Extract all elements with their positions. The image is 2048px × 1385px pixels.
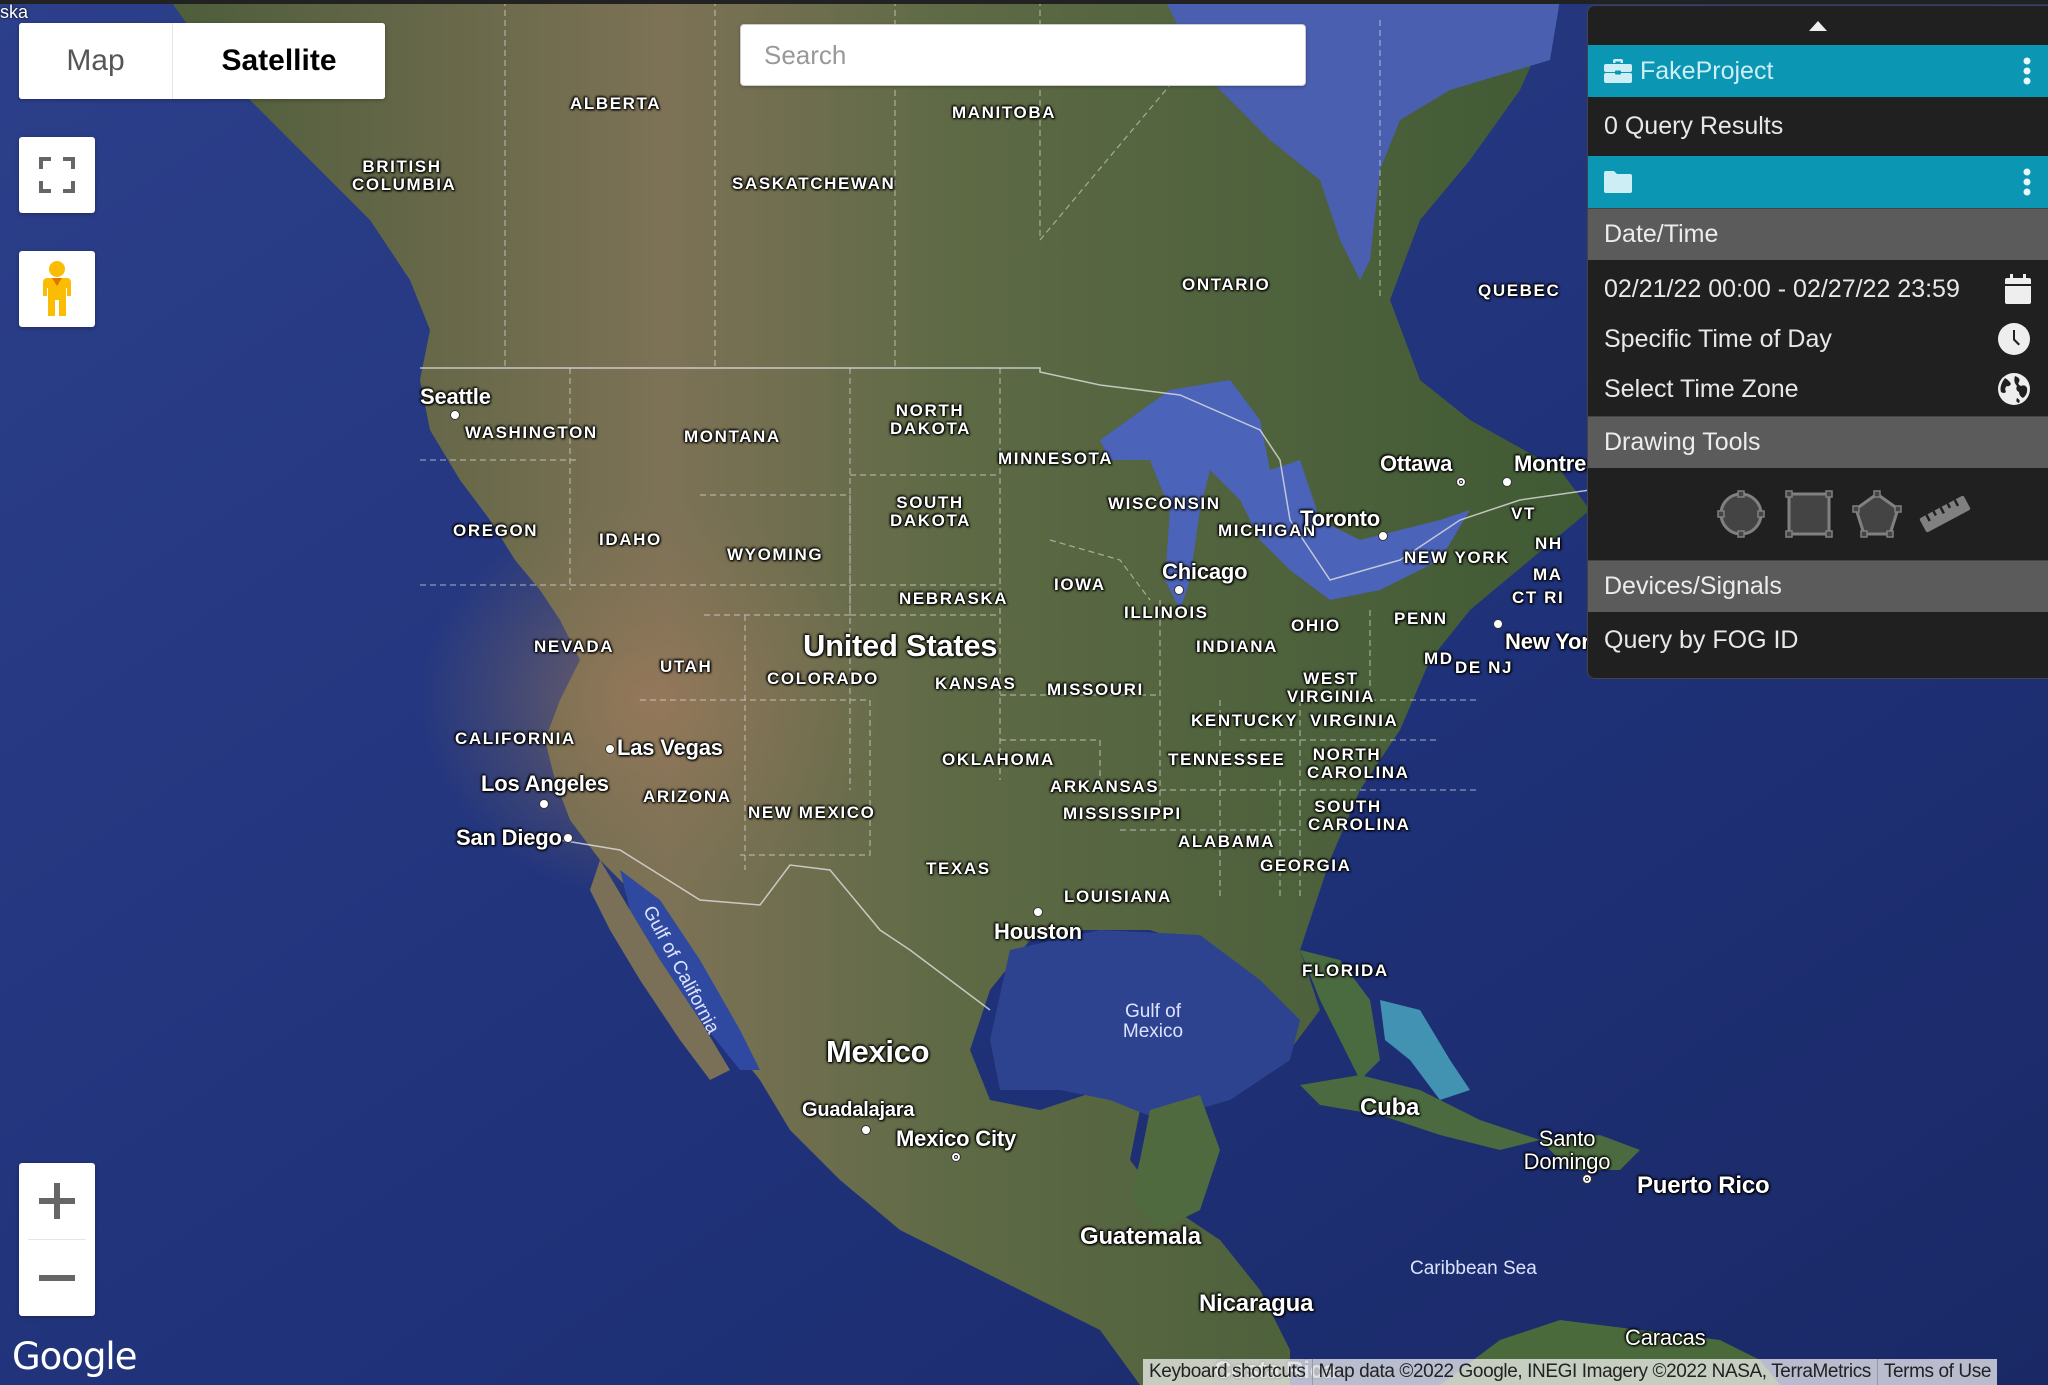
- map-attribution: Keyboard shortcuts Map data ©2022 Google…: [1143, 1359, 1998, 1385]
- city-marker: [605, 744, 615, 754]
- zoom-out-button[interactable]: [19, 1240, 95, 1316]
- fullscreen-button[interactable]: [19, 137, 95, 213]
- project-name: FakeProject: [1640, 56, 1774, 85]
- map-type-map-button[interactable]: Map: [19, 23, 173, 99]
- date-range-picker[interactable]: 02/21/22 00:00 - 02/27/22 23:59: [1588, 264, 2048, 314]
- street-view-pegman-button[interactable]: [19, 251, 95, 327]
- draw-rectangle-tool[interactable]: [1782, 487, 1836, 541]
- city-marker: [951, 1152, 961, 1162]
- map-type-control: Map Satellite: [19, 23, 385, 99]
- terms-of-use-link[interactable]: Terms of Use: [1878, 1361, 1997, 1383]
- measure-distance-tool[interactable]: [1918, 487, 1972, 541]
- specific-time-of-day-label: Specific Time of Day: [1604, 324, 1832, 353]
- circle-draw-icon: [1717, 490, 1765, 538]
- folder-header[interactable]: [1588, 156, 2048, 208]
- query-results-count: 0 Query Results: [1588, 97, 2048, 156]
- city-marker: [1456, 477, 1466, 487]
- date-range-value: 02/21/22 00:00 - 02/27/22 23:59: [1604, 274, 1960, 303]
- query-side-panel: FakeProject 0 Query Results Date/Time 02…: [1587, 5, 2048, 679]
- folder-menu-button[interactable]: [2023, 168, 2031, 196]
- select-time-zone-label: Select Time Zone: [1604, 374, 1799, 403]
- drawing-tools-toolbar: [1588, 468, 2048, 560]
- ruler-icon: [1919, 495, 1971, 533]
- calendar-icon: [2005, 274, 2031, 304]
- specific-time-of-day-option[interactable]: Specific Time of Day: [1588, 314, 2048, 364]
- query-results-label: 0 Query Results: [1604, 112, 1784, 140]
- project-menu-button[interactable]: [2023, 57, 2031, 85]
- datetime-section-header[interactable]: Date/Time: [1588, 208, 2048, 260]
- city-marker: [1493, 619, 1503, 629]
- city-marker: [1033, 907, 1043, 917]
- rectangle-draw-icon: [1785, 490, 1833, 538]
- plus-icon: [39, 1183, 75, 1219]
- kebab-menu-icon: [2023, 57, 2031, 85]
- datetime-section-body: 02/21/22 00:00 - 02/27/22 23:59 Specific…: [1588, 260, 2048, 416]
- city-marker: [1378, 531, 1388, 541]
- query-by-fog-id-option[interactable]: Query by FOG ID: [1588, 612, 2048, 669]
- folder-icon: [1604, 171, 1632, 193]
- keyboard-shortcuts-link[interactable]: Keyboard shortcuts: [1143, 1361, 1312, 1383]
- devices-signals-section-header[interactable]: Devices/Signals: [1588, 560, 2048, 612]
- fullscreen-icon: [39, 157, 75, 193]
- city-marker: [563, 833, 573, 843]
- minus-icon: [39, 1275, 75, 1281]
- pegman-icon: [43, 261, 71, 316]
- google-logo: Google: [12, 1335, 137, 1378]
- zoom-in-button[interactable]: [19, 1163, 95, 1239]
- draw-polygon-tool[interactable]: [1850, 487, 1904, 541]
- polygon-draw-icon: [1852, 490, 1902, 538]
- kebab-menu-icon: [2023, 168, 2031, 196]
- city-marker: [1502, 477, 1512, 487]
- map-type-satellite-button[interactable]: Satellite: [173, 23, 385, 99]
- map-label-alaska: ska: [0, 2, 29, 22]
- clock-icon: [1998, 323, 2030, 355]
- top-edge-bar: [0, 0, 2048, 4]
- select-time-zone-option[interactable]: Select Time Zone: [1588, 364, 2048, 414]
- search-input[interactable]: [741, 25, 1305, 85]
- city-marker: [1174, 585, 1184, 595]
- zoom-control: [19, 1163, 95, 1316]
- search-box: [740, 24, 1306, 86]
- drawing-tools-section-header[interactable]: Drawing Tools: [1588, 416, 2048, 468]
- briefcase-icon: [1604, 59, 1632, 83]
- caret-up-icon: [1809, 20, 1827, 31]
- city-marker: [450, 410, 460, 420]
- city-marker: [539, 799, 549, 809]
- draw-circle-tool[interactable]: [1714, 487, 1768, 541]
- globe-icon: [1998, 373, 2030, 405]
- map-data-attribution: Map data ©2022 Google, INEGI Imagery ©20…: [1318, 1361, 1872, 1382]
- query-by-fog-id-label: Query by FOG ID: [1604, 626, 1799, 654]
- devices-signals-section-title: Devices/Signals: [1604, 572, 1782, 600]
- city-marker: [1582, 1174, 1592, 1184]
- collapse-panel-button[interactable]: [1588, 6, 2048, 45]
- datetime-section-title: Date/Time: [1604, 220, 1719, 248]
- project-header[interactable]: FakeProject: [1588, 45, 2048, 97]
- city-marker: [861, 1125, 871, 1135]
- drawing-tools-section-title: Drawing Tools: [1604, 428, 1761, 456]
